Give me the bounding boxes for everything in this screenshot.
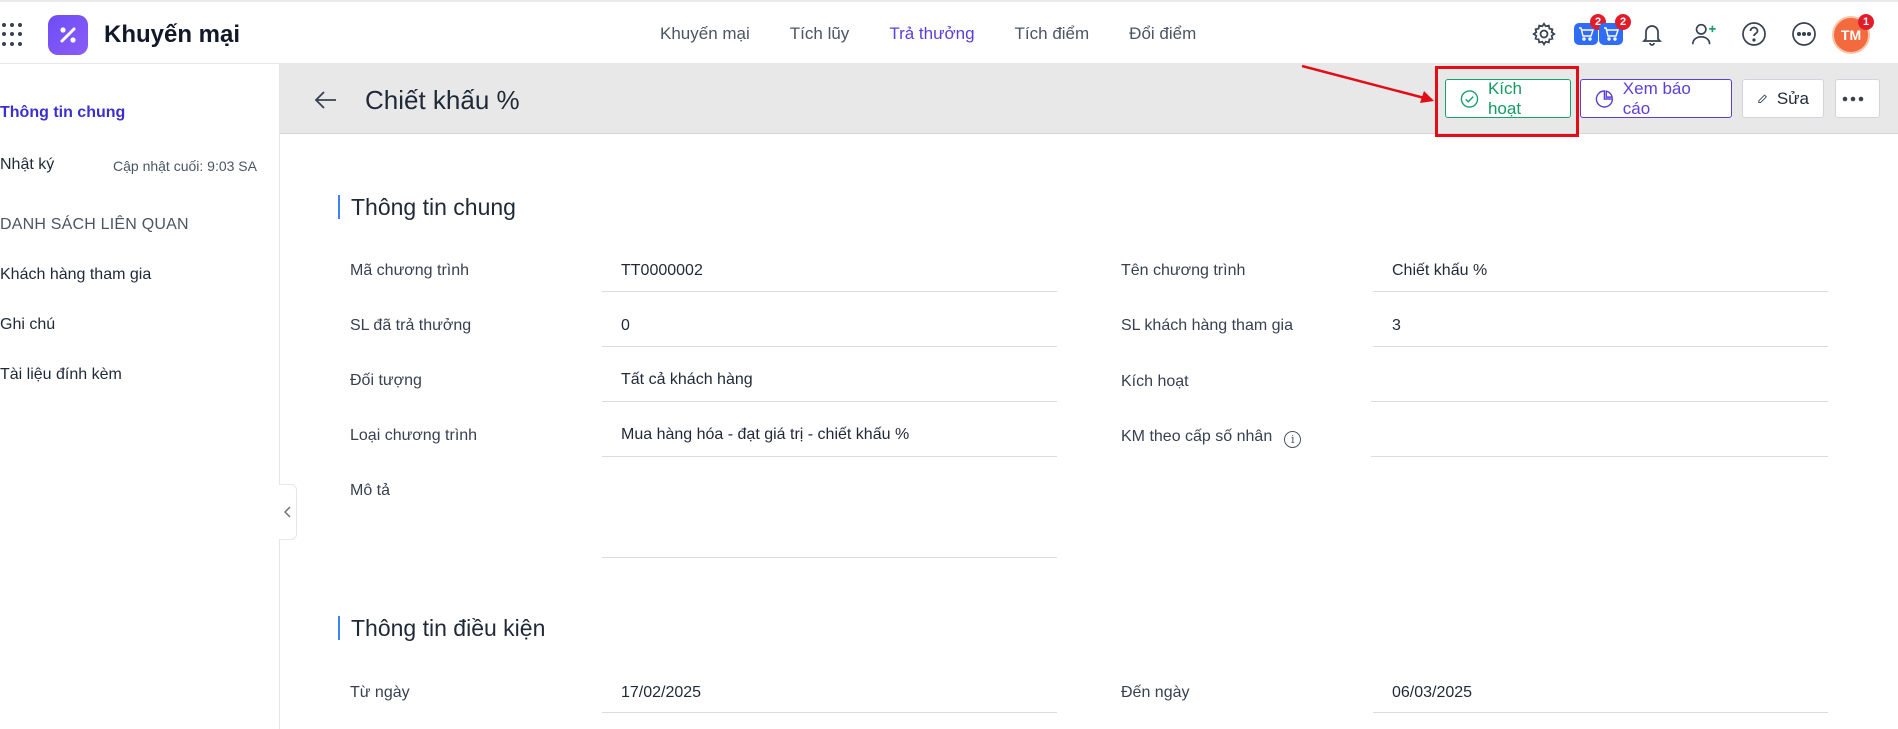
field-label-from-date: Từ ngày [350,684,410,701]
field-value-to-date: 06/03/2025 [1373,684,1828,713]
pencil-icon [1758,93,1767,103]
field-value-activation [1371,371,1828,402]
view-report-button[interactable]: Xem báo cáo [1580,79,1732,118]
chevron-left-icon [283,506,291,518]
sidebar: Thông tin chung Nhật ký Cập nhật cuối: 9… [0,64,280,729]
settings-gear-icon[interactable] [1530,20,1558,48]
nav-tab-tra-thuong[interactable]: Trả thưởng [869,2,994,66]
avatar-initials: TM [1840,27,1862,43]
app-logo-icon [48,15,88,55]
main-nav: Khuyến mại Tích lũy Trả thưởng Tích điểm… [640,2,1216,66]
nav-tab-khuyen-mai[interactable]: Khuyến mại [640,2,770,66]
field-label-program-name: Tên chương trình [1121,262,1246,279]
avatar-badge: 1 [1858,14,1874,30]
top-bar: Khuyến mại Khuyến mại Tích lũy Trả thưởn… [0,0,1898,66]
field-label-rewarded-count: SL đã trả thưởng [350,317,472,334]
more-actions-button[interactable] [1835,79,1880,118]
sidebar-log-updated: Cập nhật cuối: 9:03 SA [113,158,257,174]
app-title: Khuyến mại [104,21,241,48]
sidebar-item-attachments[interactable]: Tài liệu đính kèm [0,366,122,384]
bell-icon[interactable] [1638,20,1666,48]
annotation-highlight-box [1435,66,1579,137]
field-label-description: Mô tả [350,482,391,499]
nav-tab-tich-luy[interactable]: Tích lũy [770,2,870,66]
cart-secondary-icon[interactable]: 2 [1597,14,1631,48]
annotation-arrow [1301,64,1434,103]
more-options-icon[interactable] [1790,20,1818,48]
sidebar-item-log[interactable]: Nhật ký [0,156,54,174]
view-report-button-label: Xem báo cáo [1622,78,1691,118]
field-value-from-date: 17/02/2025 [602,684,1057,713]
nav-tab-doi-diem[interactable]: Đổi điểm [1109,2,1216,66]
field-label-multiplier-text: KM theo cấp số nhân [1121,428,1273,445]
edit-button-label: Sửa [1776,88,1809,108]
detail-header: Chiết khấu % Kích hoạt Xem báo cáo Sửa [280,64,1898,134]
add-user-icon[interactable] [1690,20,1718,48]
section-title-conditions: Thông tin điều kiện [338,616,545,640]
help-icon[interactable] [1740,20,1768,48]
field-value-program-code: TT0000002 [602,262,1057,292]
field-value-target: Tất cả khách hàng [602,371,1057,402]
sidebar-item-participants[interactable]: Khách hàng tham gia [0,266,151,284]
cart-icon[interactable]: 2 [1572,14,1606,48]
ellipsis-icon [1842,96,1864,101]
field-value-rewarded-count: 0 [602,317,1057,347]
sidebar-collapse-toggle[interactable] [279,484,297,540]
info-icon[interactable]: i [1284,431,1302,448]
field-value-program-name: Chiết khấu % [1373,262,1828,292]
field-label-target: Đối tượng [350,372,422,389]
section-title-general: Thông tin chung [338,195,516,219]
field-value-participant-count: 3 [1373,317,1828,347]
field-label-program-type: Loại chương trình [350,427,478,444]
page-title: Chiết khấu % [365,85,520,115]
field-value-multiplier [1371,426,1828,457]
cart-secondary-badge: 2 [1615,14,1631,30]
sidebar-item-general-info[interactable]: Thông tin chung [0,104,125,122]
field-value-description [602,478,1057,558]
pie-chart-icon [1595,89,1614,108]
field-value-program-type: Mua hàng hóa - đạt giá trị - chiết khấu … [602,426,1057,457]
nav-tab-tich-diem[interactable]: Tích điểm [995,2,1110,66]
user-avatar[interactable]: TM 1 [1832,14,1874,54]
sidebar-related-heading: DANH SÁCH LIÊN QUAN [0,216,189,233]
field-label-program-code: Mã chương trình [350,262,470,279]
sidebar-item-notes[interactable]: Ghi chú [0,316,55,334]
edit-button[interactable]: Sửa [1742,79,1824,118]
field-label-participant-count: SL khách hàng tham gia [1121,317,1293,334]
field-label-activation: Kích hoạt [1121,373,1189,390]
field-label-multiplier: KM theo cấp số nhân i [1121,428,1302,448]
app-grid-icon[interactable] [2,23,26,47]
back-arrow-icon[interactable] [312,86,340,114]
field-label-to-date: Đến ngày [1121,684,1190,701]
